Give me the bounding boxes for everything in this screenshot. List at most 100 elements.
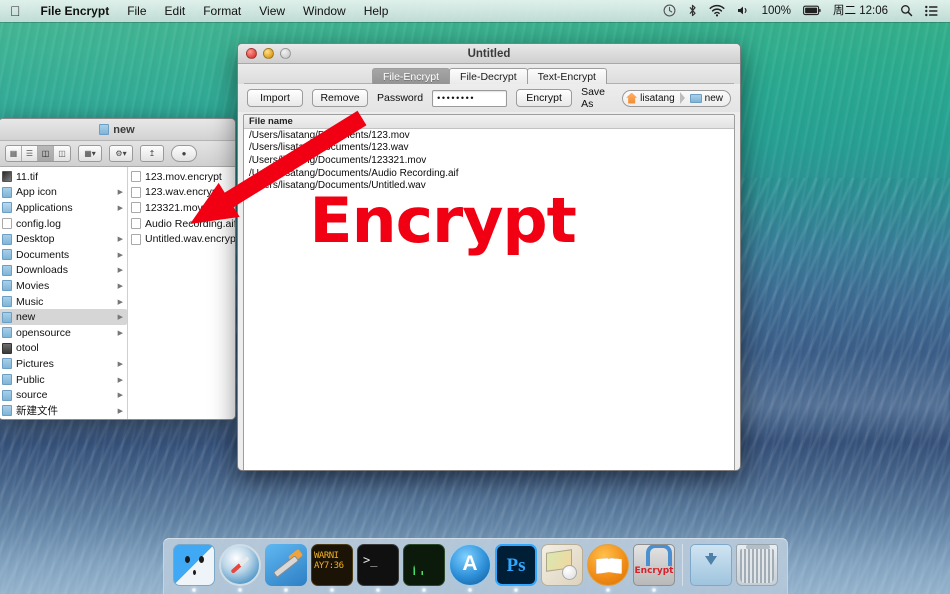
finder-encrypted-file-row[interactable]: 123.wav.encrypt	[128, 185, 235, 201]
finder-encrypted-file-row[interactable]: 123.mov.encrypt	[128, 169, 235, 185]
share-button[interactable]: ↥	[140, 145, 164, 162]
finder-item-label: App icon	[16, 186, 57, 199]
finder-window[interactable]: new ▦ ☰ ◫ ◫ ▦▾ ⚙▾ ↥ ● 11.tif App icon ▶ App…	[0, 118, 236, 420]
disclosure-arrow-icon: ▶	[117, 407, 123, 415]
icon-view-icon[interactable]: ▦	[6, 146, 22, 161]
app-window-title: Untitled	[467, 47, 511, 60]
dock-item-finder[interactable]	[173, 544, 215, 592]
ps-icon	[495, 544, 537, 586]
coverflow-view-icon[interactable]: ◫	[54, 146, 70, 161]
finder-item--[interactable]: 新建文件 ▶	[0, 403, 127, 419]
dock-item-warn[interactable]: WARNI AY7:36	[311, 544, 353, 592]
finder-encrypted-file-row[interactable]: 123321.mov.encrypt	[128, 200, 235, 216]
finder-item-applications[interactable]: Applications ▶	[0, 200, 127, 216]
menu-item-view[interactable]: View	[250, 0, 294, 22]
finder-item-source[interactable]: source ▶	[0, 387, 127, 403]
dock-item-ps[interactable]	[495, 544, 537, 592]
tab-file-decrypt[interactable]: File-Decrypt	[449, 68, 528, 84]
finder-item-public[interactable]: Public ▶	[0, 372, 127, 388]
finder-item-movies[interactable]: Movies ▶	[0, 278, 127, 294]
dock-item-downloads[interactable]	[690, 544, 732, 586]
notification-center-icon[interactable]	[919, 0, 944, 22]
volume-icon[interactable]	[731, 0, 756, 22]
dock-item-term[interactable]	[357, 544, 399, 592]
remove-button[interactable]: Remove	[312, 89, 368, 107]
password-input[interactable]: ••••••••	[432, 89, 508, 107]
app-title-bar[interactable]: Untitled	[238, 44, 740, 64]
tab-file-encrypt[interactable]: File-Encrypt	[372, 68, 451, 84]
dock-item-ibooks[interactable]	[587, 544, 629, 592]
file-list-row[interactable]: /Users/lisatang/Documents/Untitled.wav	[244, 179, 734, 192]
finder-item-music[interactable]: Music ▶	[0, 294, 127, 310]
running-indicator-dot	[422, 588, 426, 592]
list-view-icon[interactable]: ☰	[22, 146, 38, 161]
file-list-row[interactable]: /Users/lisatang/Documents/123.mov	[244, 129, 734, 142]
file-list-row[interactable]: /Users/lisatang/Documents/Audio Recordin…	[244, 167, 734, 180]
app-tabs: File-Encrypt File-Decrypt Text-Encrypt	[372, 68, 607, 84]
menu-item-window[interactable]: Window	[294, 0, 355, 22]
arrange-button[interactable]: ▦▾	[78, 145, 102, 162]
finder-view-mode-group[interactable]: ▦ ☰ ◫ ◫	[5, 145, 71, 162]
bluetooth-icon[interactable]	[682, 0, 703, 22]
time-machine-icon[interactable]	[657, 0, 682, 22]
menu-bar-clock[interactable]: 周二 12:06	[827, 0, 894, 22]
menu-item-format[interactable]: Format	[194, 0, 250, 22]
finder-encrypted-file-row[interactable]: Untitled.wav.encrypt	[128, 231, 235, 247]
running-indicator-dot	[284, 588, 288, 592]
finder-column-home[interactable]: 11.tif App icon ▶ Applications ▶ config.log De…	[0, 167, 128, 419]
battery-icon[interactable]	[797, 0, 827, 22]
dock-item-safari[interactable]	[219, 544, 261, 592]
file-list-rows[interactable]: /Users/lisatang/Documents/123.mov/Users/…	[244, 129, 734, 192]
dock-item-encrypt[interactable]: Encrypt	[633, 544, 675, 592]
file-list-row[interactable]: /Users/lisatang/Documents/123.wav	[244, 142, 734, 155]
folder-icon	[2, 389, 12, 401]
tags-button[interactable]: ●	[171, 145, 197, 162]
wifi-icon[interactable]	[703, 0, 731, 22]
folder-icon	[2, 296, 12, 308]
file-list[interactable]: File name /Users/lisatang/Documents/123.…	[243, 114, 735, 470]
apple-menu-icon[interactable]: 	[0, 4, 32, 18]
spotlight-search-icon[interactable]	[894, 0, 919, 22]
finder-title-bar[interactable]: new	[0, 119, 235, 141]
dock-item-trash[interactable]	[736, 544, 778, 586]
finder-item-label: Music	[16, 295, 44, 308]
finder-item-downloads[interactable]: Downloads ▶	[0, 263, 127, 279]
finder-item-documents[interactable]: Documents ▶	[0, 247, 127, 263]
menu-item-help[interactable]: Help	[355, 0, 398, 22]
finder-item-11-tif[interactable]: 11.tif	[0, 169, 127, 185]
finder-item-label: Applications	[16, 201, 73, 214]
column-view-icon[interactable]: ◫	[38, 146, 54, 161]
binary-file-icon	[2, 342, 12, 354]
finder-item-new[interactable]: new ▶	[0, 309, 127, 325]
import-button[interactable]: Import	[247, 89, 303, 107]
disclosure-arrow-icon: ▶	[117, 267, 123, 275]
menu-app-name[interactable]: File Encrypt	[32, 0, 119, 22]
running-indicator-dot	[238, 588, 242, 592]
dock-item-xcode[interactable]	[265, 544, 307, 592]
battery-percent-label[interactable]: 100%	[756, 0, 797, 22]
tab-text-encrypt[interactable]: Text-Encrypt	[526, 68, 607, 84]
finder-item-otool[interactable]: otool	[0, 341, 127, 357]
dock-item-maps[interactable]	[541, 544, 583, 586]
file-list-row[interactable]: /Users/lisatang/Documents/123321.mov	[244, 154, 734, 167]
path-home-label: lisatang	[640, 92, 675, 104]
save-as-path-control[interactable]: lisatang new	[622, 89, 731, 107]
finder-item-app-icon[interactable]: App icon ▶	[0, 185, 127, 201]
action-gear-button[interactable]: ⚙▾	[109, 145, 133, 162]
menu-item-edit[interactable]: Edit	[156, 0, 195, 22]
dock-item-activity[interactable]	[403, 544, 445, 592]
finder-item-desktop[interactable]: Desktop ▶	[0, 231, 127, 247]
file-encrypt-window[interactable]: Untitled File-Encrypt File-Decrypt Text-…	[237, 43, 741, 471]
finder-item-pictures[interactable]: Pictures ▶	[0, 356, 127, 372]
finder-encrypted-file-row[interactable]: Audio Recording.aif.encrypt	[128, 216, 235, 232]
folder-icon	[2, 264, 12, 276]
dock-item-appstore[interactable]	[449, 544, 491, 592]
menu-item-file[interactable]: File	[118, 0, 155, 22]
encrypt-button[interactable]: Encrypt	[516, 89, 573, 107]
finder-item-config-log[interactable]: config.log	[0, 216, 127, 232]
folder-icon	[2, 374, 12, 386]
finder-item-opensource[interactable]: opensource ▶	[0, 325, 127, 341]
downloads-icon	[690, 544, 732, 586]
finder-column-new[interactable]: 123.mov.encrypt 123.wav.encrypt 123321.mov…	[128, 167, 235, 419]
finder-item-label: Documents	[16, 248, 70, 261]
